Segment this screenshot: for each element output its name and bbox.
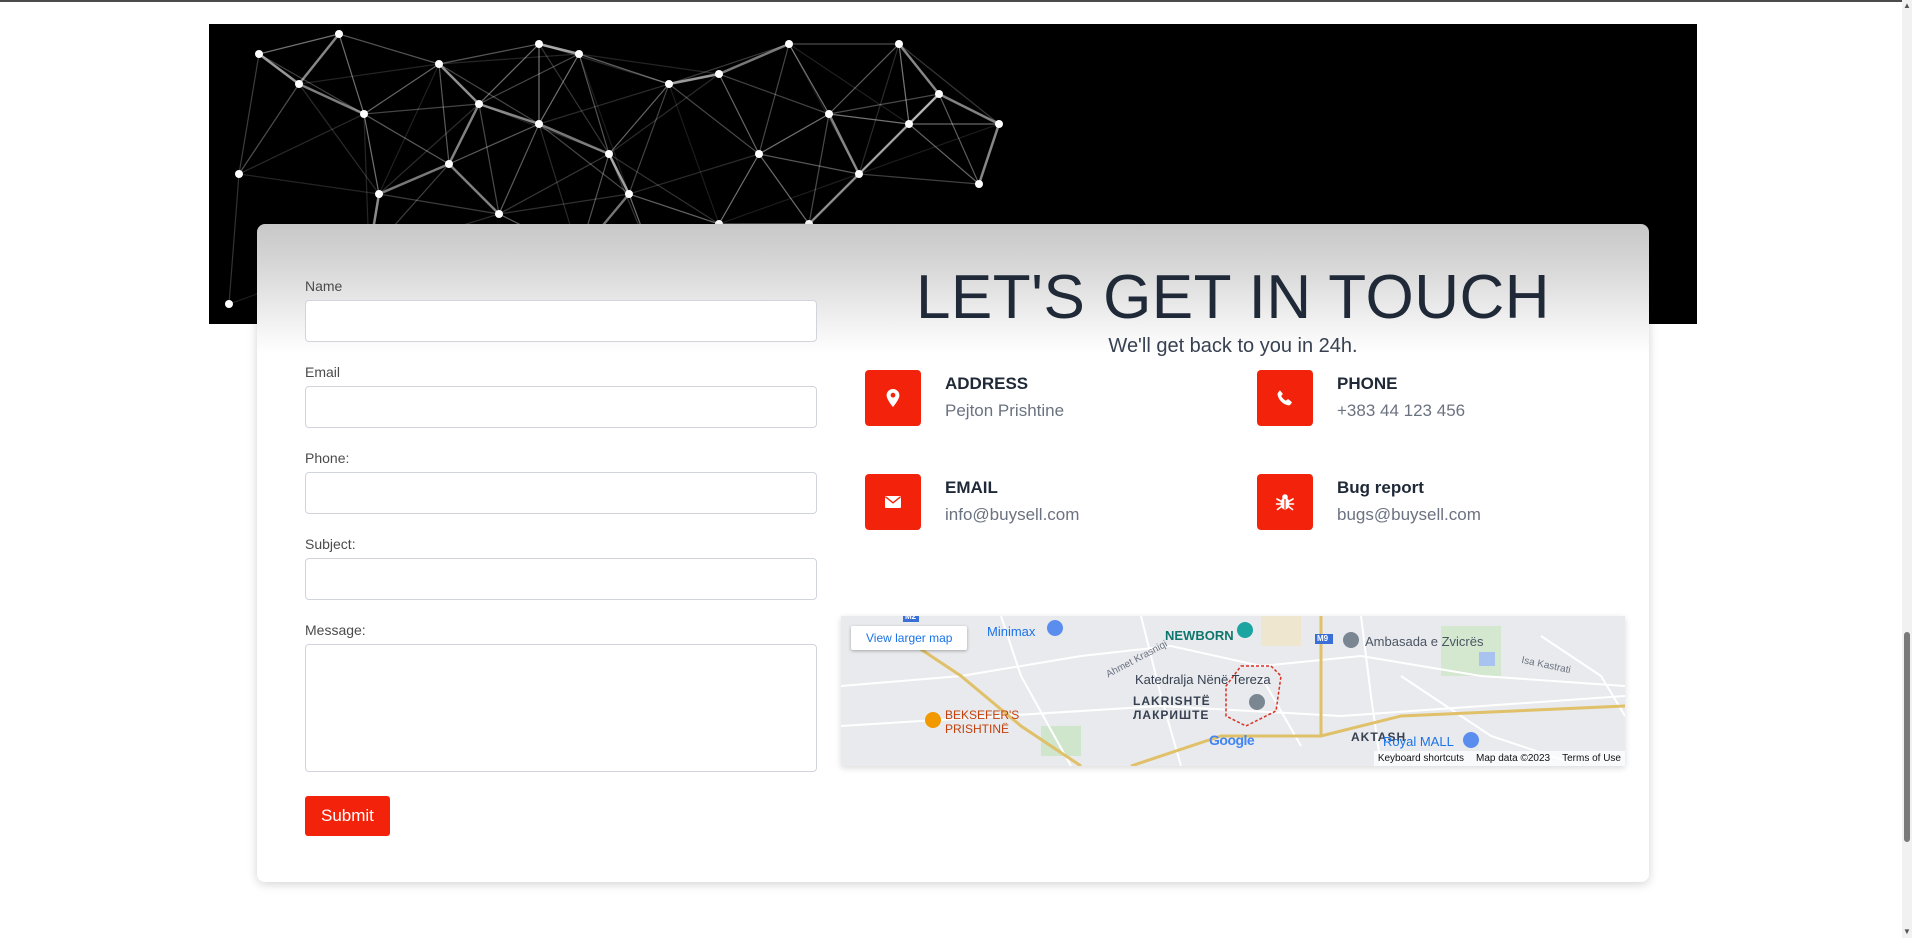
page-title: LET'S GET IN TOUCH bbox=[915, 263, 1551, 332]
email-label: Email bbox=[305, 364, 341, 380]
google-logo: Google bbox=[1209, 732, 1255, 748]
contact-value-email: info@buysell.com bbox=[945, 505, 1080, 524]
contact-title-address: ADDRESS bbox=[945, 374, 1029, 393]
map-data-text: Map data ©2023 bbox=[1476, 753, 1551, 764]
map-pin-icon bbox=[865, 370, 921, 426]
contact-title-phone: PHONE bbox=[1337, 374, 1398, 393]
subject-input[interactable] bbox=[305, 558, 817, 600]
map-label-newborn: NEWBORN bbox=[1165, 628, 1234, 643]
map-footer: Keyboard shortcuts Map data ©2023 Terms … bbox=[1373, 751, 1625, 766]
submit-button[interactable]: Submit bbox=[305, 796, 390, 836]
contact-value-bug-report: bugs@buysell.com bbox=[1337, 505, 1481, 524]
scroll-thumb[interactable] bbox=[1904, 632, 1910, 842]
phone-input[interactable] bbox=[305, 472, 817, 514]
top-border bbox=[0, 0, 1912, 2]
email-input[interactable] bbox=[305, 386, 817, 428]
envelope-icon bbox=[865, 474, 921, 530]
map-label-katedralja: Katedralja Nënë Tereza bbox=[1135, 672, 1271, 687]
name-label: Name bbox=[305, 278, 343, 294]
name-input[interactable] bbox=[305, 300, 817, 342]
bug-icon bbox=[1257, 474, 1313, 530]
keyboard-shortcuts-link[interactable]: Keyboard shortcuts bbox=[1378, 753, 1464, 764]
contact-item-email: EMAIL info@buysell.com bbox=[865, 474, 1225, 530]
contact-value-address: Pejton Prishtine bbox=[945, 401, 1065, 420]
contact-title-email: EMAIL bbox=[945, 478, 998, 497]
map-label-minimax: Minimax bbox=[987, 624, 1036, 639]
message-label: Message: bbox=[305, 622, 366, 638]
map-label-m2: M2 bbox=[905, 616, 917, 621]
contact-form: Name Email Phone: Subject: Message: Subm… bbox=[305, 278, 817, 836]
map-label-lakrishte: LAKRISHTË bbox=[1133, 694, 1211, 708]
page-scrollbar[interactable]: ▲ ▼ bbox=[1902, 0, 1912, 938]
subject-label: Subject: bbox=[305, 536, 356, 552]
phone-label: Phone: bbox=[305, 450, 350, 466]
contact-item-bug-report: Bug report bugs@buysell.com bbox=[1257, 474, 1617, 530]
contact-card: Name Email Phone: Subject: Message: Subm… bbox=[257, 224, 1649, 882]
map-label-lakrishte-cyrillic: ЛАКРИШТЕ bbox=[1133, 708, 1210, 722]
contact-item-phone: PHONE +383 44 123 456 bbox=[1257, 370, 1617, 426]
contact-title-bug-report: Bug report bbox=[1337, 478, 1424, 497]
terms-of-use-link[interactable]: Terms of Use bbox=[1562, 753, 1621, 764]
message-textarea[interactable] bbox=[305, 644, 817, 772]
view-larger-map-link[interactable]: View larger map bbox=[851, 626, 968, 650]
phone-icon bbox=[1257, 370, 1313, 426]
map-label-ambasada: Ambasada e Zvicrës bbox=[1365, 634, 1484, 649]
contact-value-phone: +383 44 123 456 bbox=[1337, 401, 1466, 420]
map-label-prishtine: PRISHTINË bbox=[945, 722, 1010, 736]
map-label-royal-mall: Royal MALL bbox=[1383, 734, 1454, 749]
contact-item-address: ADDRESS Pejton Prishtine bbox=[865, 370, 1225, 426]
scroll-up-arrow[interactable]: ▲ bbox=[1903, 2, 1911, 10]
scroll-down-arrow[interactable]: ▼ bbox=[1903, 928, 1911, 936]
map-label-m9: M9 bbox=[1317, 634, 1329, 643]
page-subtitle: We'll get back to you in 24h. bbox=[1108, 335, 1358, 357]
embedded-map[interactable]: View larger map Minimax NEWBORN Ambasada… bbox=[841, 616, 1625, 766]
map-label-beksefers: BEKSEFER'S bbox=[945, 708, 1020, 722]
contact-info: LET'S GET IN TOUCH We'll get back to you… bbox=[841, 264, 1625, 570]
contact-grid: ADDRESS Pejton Prishtine PHONE +383 44 1… bbox=[841, 370, 1625, 570]
